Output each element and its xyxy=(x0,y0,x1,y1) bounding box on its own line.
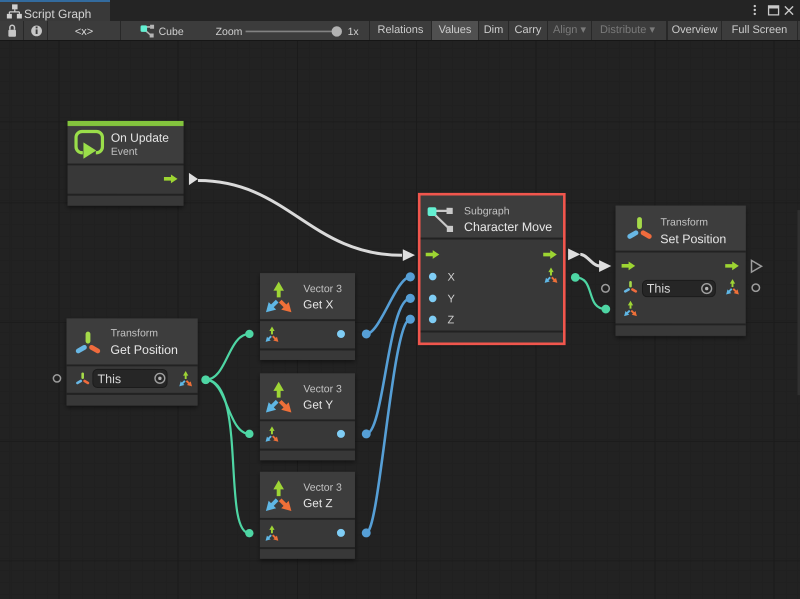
svg-text:Subgraph: Subgraph xyxy=(464,205,510,217)
svg-text:X: X xyxy=(448,272,456,284)
svg-text:Get Position: Get Position xyxy=(110,343,178,357)
svg-text:Cube: Cube xyxy=(159,26,184,38)
svg-text:Y: Y xyxy=(447,293,455,305)
svg-text:Set Position: Set Position xyxy=(660,232,726,246)
svg-text:Event: Event xyxy=(111,147,138,158)
svg-text:Vector 3: Vector 3 xyxy=(303,283,342,295)
svg-text:Get Z: Get Z xyxy=(303,496,333,510)
svg-text:Z: Z xyxy=(447,314,454,326)
svg-text:Character Move: Character Move xyxy=(464,220,552,234)
svg-text:This: This xyxy=(647,282,671,296)
svg-text:Zoom: Zoom xyxy=(216,26,243,38)
svg-text:Get Y: Get Y xyxy=(303,398,333,412)
svg-text:<x>: <x> xyxy=(75,26,93,38)
svg-text:Get X: Get X xyxy=(303,297,333,311)
svg-text:Transform: Transform xyxy=(111,327,159,339)
svg-text:Vector 3: Vector 3 xyxy=(303,482,342,494)
svg-text:This: This xyxy=(97,372,121,386)
svg-text:Transform: Transform xyxy=(661,216,709,228)
svg-text:1x: 1x xyxy=(348,26,360,38)
svg-text:On Update: On Update xyxy=(111,131,169,145)
svg-text:Vector 3: Vector 3 xyxy=(303,383,342,395)
